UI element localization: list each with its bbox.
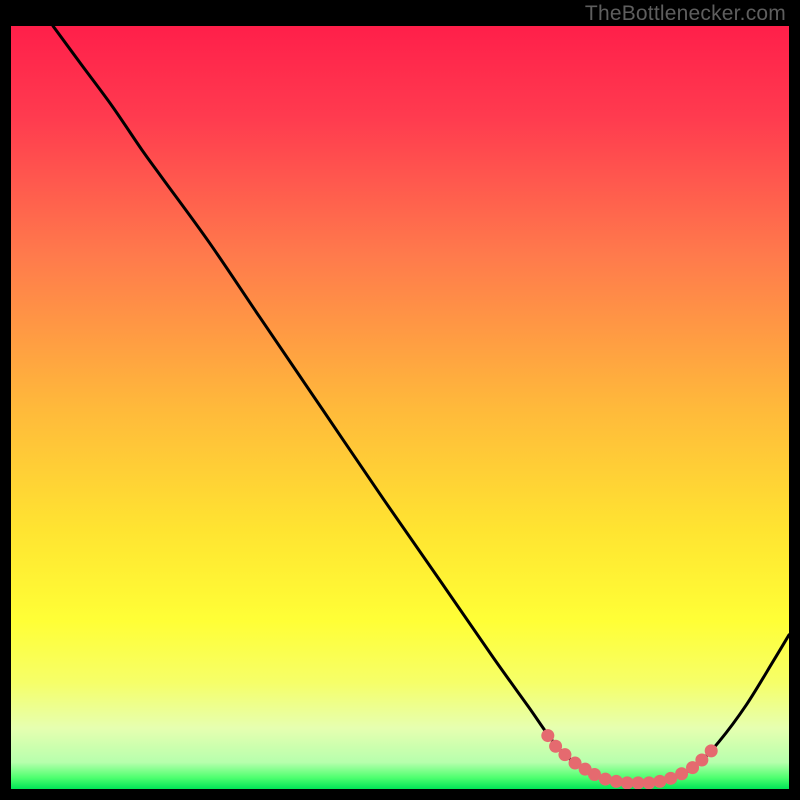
highlight-dot [653, 775, 666, 788]
highlight-dot [558, 748, 571, 761]
gradient-background [11, 26, 789, 789]
highlight-dot [695, 754, 708, 767]
highlight-dot [675, 767, 688, 780]
highlight-dot [610, 775, 623, 788]
watermark-text: TheBottlenecker.com [585, 2, 786, 26]
bottleneck-chart [11, 26, 789, 789]
highlight-dot [541, 729, 554, 742]
highlight-dot [705, 744, 718, 757]
highlight-dot [599, 773, 612, 786]
